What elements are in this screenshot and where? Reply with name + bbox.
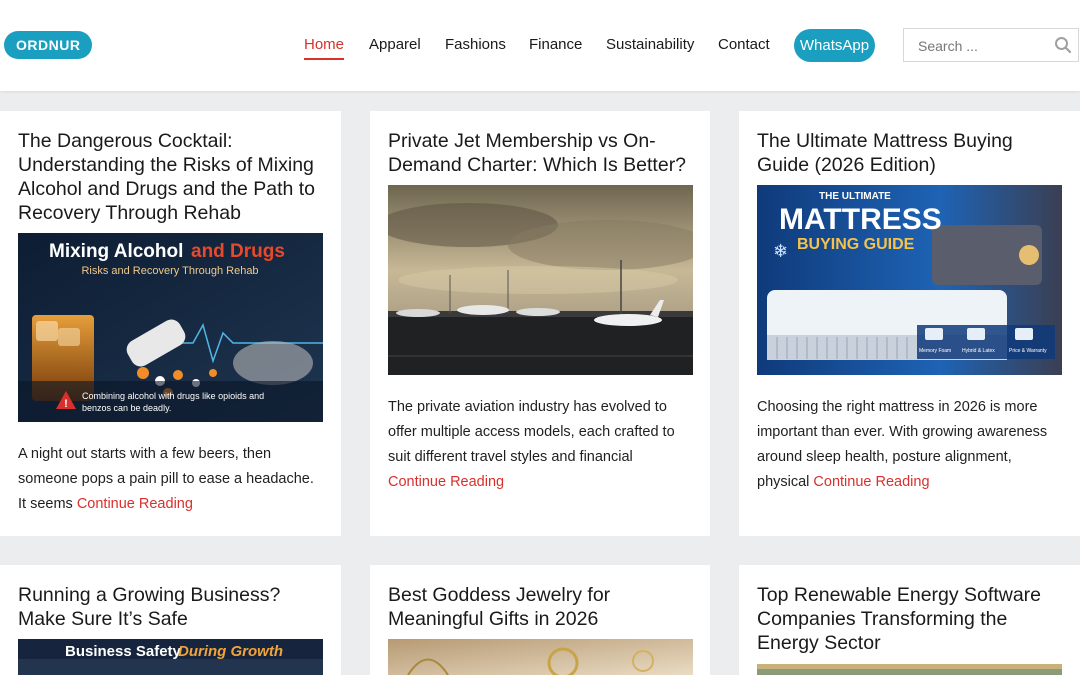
svg-text:❄: ❄	[773, 241, 788, 262]
search-icon[interactable]	[1054, 36, 1072, 54]
image-heading-accent: BUYING GUIDE	[797, 236, 915, 253]
image-label: Hybrid & Latex	[962, 348, 995, 354]
image-subheading: Risks and Recovery Through Rehab	[81, 265, 258, 277]
post-image[interactable]: THE ULTIMATE MATTRESS BUYING GUIDE ❄ Mem…	[757, 185, 1062, 375]
image-heading-accent: During Growth	[178, 643, 283, 660]
post-excerpt: The private aviation industry has evolve…	[388, 395, 688, 495]
post-card: Private Jet Membership vs On-Demand Char…	[370, 111, 710, 536]
site-logo[interactable]: ORDNUR	[4, 31, 93, 59]
continue-reading-link[interactable]: Continue Reading	[77, 496, 193, 512]
post-excerpt: A night out starts with a few beers, the…	[18, 442, 323, 517]
post-image[interactable]: Mixing Alcohol and Drugs Risks and Recov…	[18, 233, 323, 422]
post-card: The Ultimate Mattress Buying Guide (2026…	[739, 111, 1080, 536]
post-card: Top Renewable Energy Software Companies …	[739, 565, 1080, 675]
post-title[interactable]: Running a Growing Business? Make Sure It…	[18, 583, 328, 631]
image-heading-main: MATTRESS	[779, 203, 942, 236]
nav-sustainability[interactable]: Sustainability	[606, 36, 694, 54]
nav-fashions[interactable]: Fashions	[445, 36, 506, 54]
search-box	[903, 28, 1079, 62]
post-image[interactable]	[757, 663, 1062, 675]
continue-reading-link[interactable]: Continue Reading	[813, 474, 929, 490]
image-heading-accent: and Drugs	[191, 241, 285, 262]
post-title[interactable]: Private Jet Membership vs On-Demand Char…	[388, 129, 688, 177]
continue-reading-link[interactable]: Continue Reading	[388, 474, 504, 490]
post-card: Best Goddess Jewelry for Meaningful Gift…	[370, 565, 710, 675]
svg-text:!: !	[64, 398, 68, 410]
post-image[interactable]: Business Safety During Growth	[18, 639, 323, 675]
search-input[interactable]	[916, 37, 1050, 55]
post-card: Running a Growing Business? Make Sure It…	[0, 565, 341, 675]
image-caption: Combining alcohol with drugs like opioid…	[82, 391, 265, 413]
nav-home[interactable]: Home	[304, 36, 345, 60]
site-header: ORDNUR Home Apparel Fashions Finance Sus…	[0, 0, 1080, 91]
post-excerpt: Choosing the right mattress in 2026 is m…	[757, 395, 1062, 495]
post-excerpt-text: The private aviation industry has evolve…	[388, 399, 675, 465]
image-label: Price & Warranty	[1009, 348, 1047, 354]
post-image[interactable]	[388, 185, 693, 375]
image-heading: Business Safety	[65, 643, 182, 660]
post-title[interactable]: The Ultimate Mattress Buying Guide (2026…	[757, 129, 1062, 177]
post-card: The Dangerous Cocktail: Understanding th…	[0, 111, 341, 536]
post-title[interactable]: Top Renewable Energy Software Companies …	[757, 583, 1062, 655]
whatsapp-button[interactable]: WhatsApp	[794, 29, 875, 62]
post-title[interactable]: Best Goddess Jewelry for Meaningful Gift…	[388, 583, 688, 631]
image-label: Memory Foam	[919, 348, 951, 354]
nav-contact[interactable]: Contact	[718, 36, 770, 54]
image-heading: Mixing Alcohol	[49, 241, 183, 262]
post-title[interactable]: The Dangerous Cocktail: Understanding th…	[18, 129, 328, 225]
nav-apparel[interactable]: Apparel	[369, 36, 421, 54]
image-heading: THE ULTIMATE	[819, 191, 891, 202]
post-image[interactable]	[388, 639, 693, 675]
nav-finance[interactable]: Finance	[529, 36, 582, 54]
